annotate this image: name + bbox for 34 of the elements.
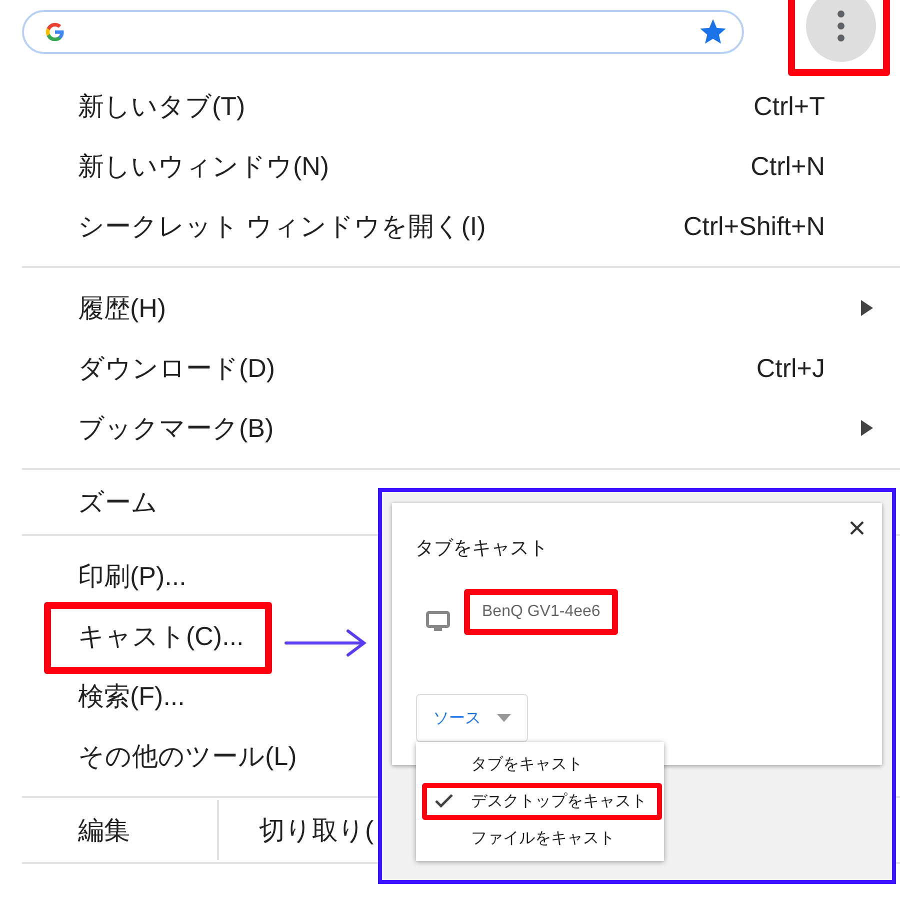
- star-icon[interactable]: [700, 19, 726, 45]
- menu-item[interactable]: ブックマーク(B): [78, 410, 274, 446]
- menu-option[interactable]: タブをキャスト: [422, 746, 598, 783]
- caret-icon: [497, 714, 511, 722]
- dialog-title: タブをキャスト: [415, 537, 548, 561]
- address-field[interactable]: [22, 10, 744, 54]
- submenu-arrow-icon: [861, 300, 873, 316]
- menu-item[interactable]: キャスト(C)...: [78, 618, 244, 654]
- menu-button[interactable]: [806, 0, 876, 62]
- menu-item[interactable]: その他のツール(L): [78, 738, 297, 774]
- close-icon[interactable]: [850, 521, 864, 535]
- source-dropdown[interactable]: ソース: [416, 694, 528, 742]
- shortcut-text: Ctrl+J: [756, 352, 825, 384]
- monitor-icon: [426, 611, 450, 633]
- shortcut-text: Ctrl+T: [754, 90, 825, 122]
- cut-button[interactable]: 切り取り(: [217, 800, 374, 860]
- menu-option[interactable]: デスクトップをキャスト: [422, 783, 662, 820]
- menu-item[interactable]: 検索(F)...: [78, 678, 185, 714]
- menu-item[interactable]: 新しいタブ(T): [78, 88, 246, 124]
- menu-item[interactable]: 新しいウィンドウ(N): [78, 148, 330, 184]
- menu-option[interactable]: ファイルをキャスト: [422, 820, 630, 857]
- shortcut-text: Ctrl+Shift+N: [683, 210, 825, 242]
- option-label: ファイルをキャスト: [471, 829, 615, 849]
- submenu-arrow-icon: [861, 420, 873, 436]
- menu-item[interactable]: シークレット ウィンドウを開く(I): [78, 208, 486, 244]
- menu-item[interactable]: ダウンロード(D): [78, 350, 276, 386]
- menu-item[interactable]: 履歴(H): [78, 290, 166, 326]
- google-g-icon: [44, 21, 66, 43]
- option-label: デスクトップをキャスト: [471, 792, 647, 812]
- device-name[interactable]: BenQ GV1-4ee6: [464, 589, 618, 635]
- menu-item[interactable]: 印刷(P)...: [78, 558, 186, 594]
- menu-icon: [837, 10, 845, 42]
- shortcut-text: Ctrl+N: [750, 150, 825, 182]
- option-label: タブをキャスト: [471, 754, 583, 775]
